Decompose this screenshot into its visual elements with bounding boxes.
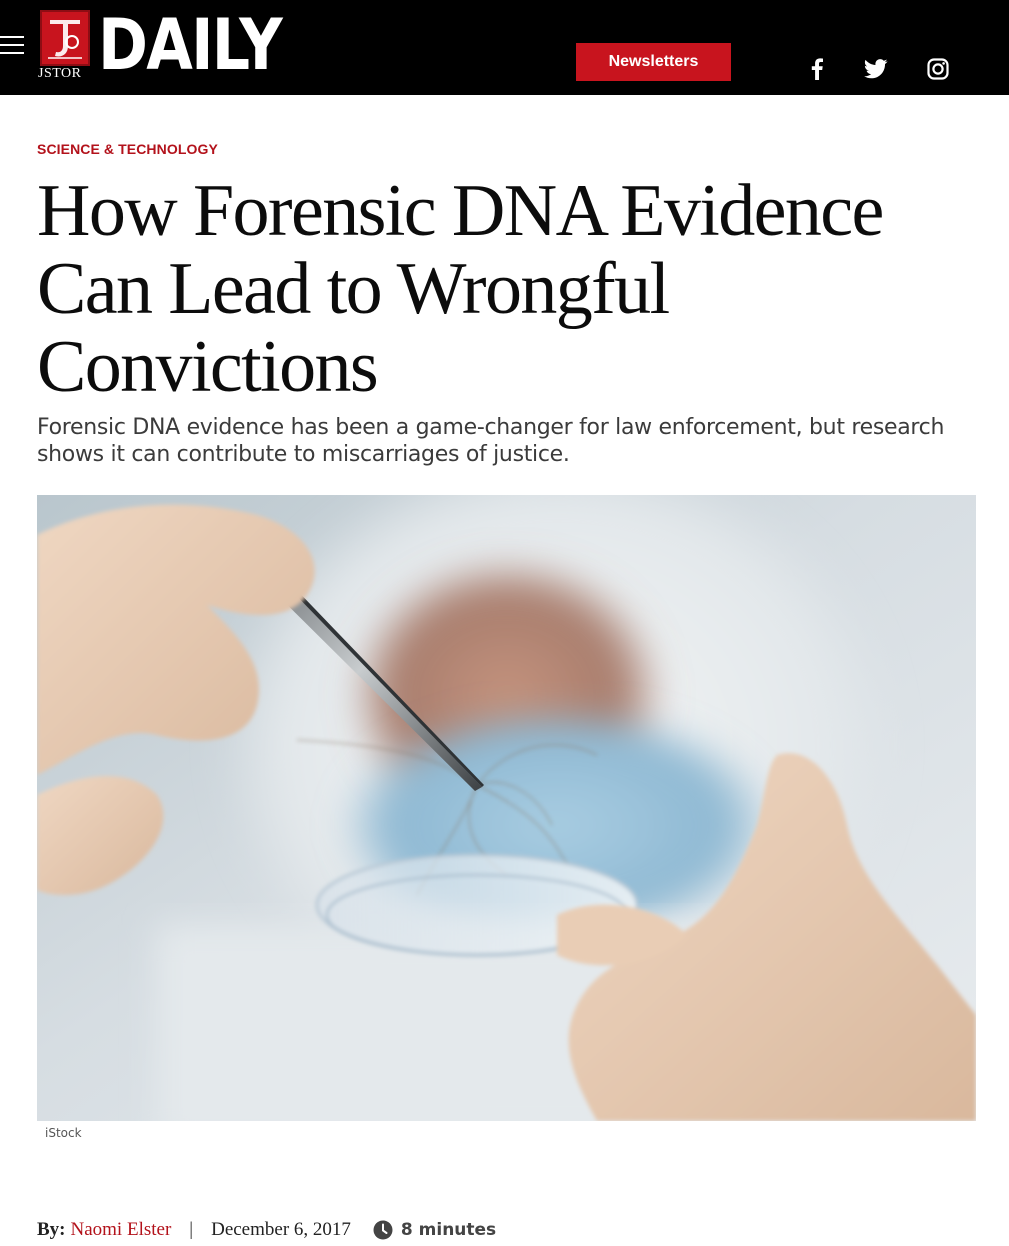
publish-date: December 6, 2017 — [211, 1219, 351, 1240]
author-link[interactable]: Naomi Elster — [71, 1219, 172, 1241]
logo-jstor-text: JSTOR — [38, 66, 82, 81]
site-header: JSTOR DAILY Newsletters — [0, 0, 1009, 95]
instagram-icon[interactable] — [924, 56, 952, 82]
read-time: 8 minutes — [373, 1220, 496, 1240]
article-dek: Forensic DNA evidence has been a game-ch… — [37, 415, 945, 467]
jstor-daily-logo[interactable]: JSTOR DAILY — [38, 4, 283, 86]
newsletters-button[interactable]: Newsletters — [576, 43, 731, 81]
byline-label: By: — [37, 1219, 66, 1240]
article-title: How Forensic DNA Evidence Can Lead to Wr… — [37, 170, 884, 408]
twitter-icon[interactable] — [862, 56, 890, 82]
image-credit: iStock — [45, 1126, 82, 1140]
category-link[interactable]: SCIENCE & TECHNOLOGY — [37, 141, 218, 157]
byline: By: Naomi Elster | December 6, 2017 8 mi… — [37, 1216, 496, 1244]
logo-daily-text: DAILY — [98, 4, 283, 86]
hero-image — [37, 495, 976, 1121]
clock-icon — [373, 1220, 393, 1240]
facebook-icon[interactable] — [803, 56, 831, 82]
jstor-seal-icon — [40, 10, 90, 66]
hamburger-menu-icon[interactable] — [0, 34, 26, 56]
byline-separator: | — [189, 1219, 194, 1240]
read-time-text: 8 minutes — [400, 1220, 497, 1240]
